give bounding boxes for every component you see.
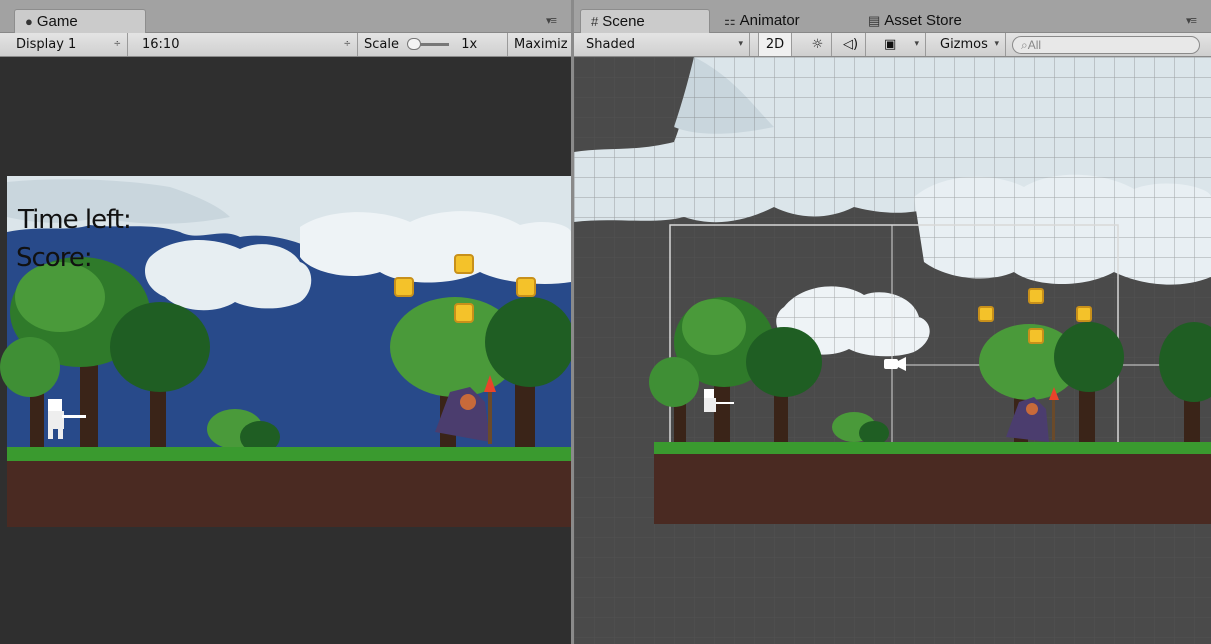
scale-value: 1x — [461, 37, 478, 52]
ground-dirt — [7, 461, 571, 527]
store-icon: ▤ — [868, 13, 881, 28]
ground-grass — [7, 447, 571, 461]
game-toolbar: Display 1 ÷ 16:10 ÷ Scale 1x Maximiz — [0, 33, 571, 57]
tab-asset-store[interactable]: ▤ Asset Store — [858, 9, 998, 33]
lighting-toggle[interactable]: ☼ — [804, 33, 832, 56]
tab-asset-store-label: Asset Store — [884, 12, 962, 29]
game-scene-art — [0, 176, 571, 527]
scene-window: # Scene ⚏ Animator ▤ Asset Store ▾≡ Shaded ▾… — [574, 0, 1211, 644]
display-dropdown[interactable]: Display 1 ÷ — [10, 33, 128, 56]
effects-dropdown[interactable]: ▣ ▾ — [874, 33, 926, 56]
scale-slider-knob[interactable] — [407, 38, 422, 50]
dropdown-arrow-icon: ▾ — [738, 39, 743, 49]
maximize-on-play-button[interactable]: Maximiz — [508, 33, 571, 56]
dropdown-arrow-icon: ÷ — [343, 39, 351, 49]
tab-animator-label: Animator — [739, 12, 800, 29]
scale-slider[interactable] — [407, 38, 450, 50]
toggle-2d-label: 2D — [765, 37, 785, 52]
scene-ground-grass — [654, 442, 1211, 454]
grid-icon: # — [591, 14, 599, 29]
animator-icon: ⚏ — [724, 13, 736, 28]
gizmos-dropdown[interactable]: Gizmos ▾ — [934, 33, 1006, 56]
search-placeholder: All — [1027, 38, 1042, 52]
panel-menu-icon[interactable]: ▾≡ — [546, 14, 557, 27]
dropdown-arrow-icon: ▾ — [994, 39, 999, 49]
shading-value: Shaded — [586, 37, 635, 52]
scene-search-input[interactable]: ⌕All — [1012, 36, 1200, 54]
pacman-icon: ● — [25, 14, 33, 29]
sun-icon: ☼ — [811, 37, 824, 52]
tab-animator[interactable]: ⚏ Animator — [714, 9, 842, 33]
tab-scene[interactable]: # Scene — [580, 9, 710, 33]
image-icon: ▣ — [884, 37, 897, 52]
scene-toolbar: Shaded ▾ 2D ☼ ◁) ▣ ▾ Gizmos ▾ ⌕All — [574, 33, 1211, 57]
shading-dropdown[interactable]: Shaded ▾ — [580, 33, 750, 56]
tab-scene-label: Scene — [602, 13, 645, 30]
dropdown-arrow-icon: ÷ — [113, 39, 121, 49]
tab-game[interactable]: ● Game — [14, 9, 146, 33]
gizmos-label: Gizmos — [940, 37, 988, 52]
scene-bush — [859, 421, 889, 445]
display-value: Display 1 — [16, 37, 77, 52]
time-left-text: Time left: — [18, 205, 132, 235]
panel-menu-icon[interactable]: ▾≡ — [1186, 14, 1197, 27]
camera-gizmo-icon — [884, 357, 906, 371]
tab-game-label: Game — [36, 13, 78, 30]
scene-editor-art — [574, 57, 1211, 644]
game-window: ● Game ▾≡ Display 1 ÷ 16:10 ÷ Scale 1x Maxi… — [0, 0, 571, 644]
search-icon: ⌕ — [1021, 38, 1028, 52]
scene-ground-dirt — [654, 454, 1211, 524]
aspect-dropdown[interactable]: 16:10 ÷ — [136, 33, 358, 56]
aspect-value: 16:10 — [142, 37, 180, 52]
speaker-icon: ◁) — [842, 37, 859, 52]
scale-label: Scale — [364, 37, 399, 52]
score-text: Score: — [16, 243, 93, 273]
scale-control[interactable]: Scale 1x — [358, 33, 508, 56]
maximize-label: Maximiz — [514, 37, 568, 52]
game-view[interactable]: Time left: Score: — [0, 57, 571, 644]
scene-tabbar: # Scene ⚏ Animator ▤ Asset Store ▾≡ — [574, 0, 1211, 33]
game-tabbar: ● Game ▾≡ — [0, 0, 571, 33]
dropdown-arrow-icon: ▾ — [914, 39, 919, 49]
toggle-2d-button[interactable]: 2D — [758, 33, 792, 56]
audio-toggle[interactable]: ◁) — [836, 33, 866, 56]
scene-view[interactable] — [574, 57, 1211, 644]
